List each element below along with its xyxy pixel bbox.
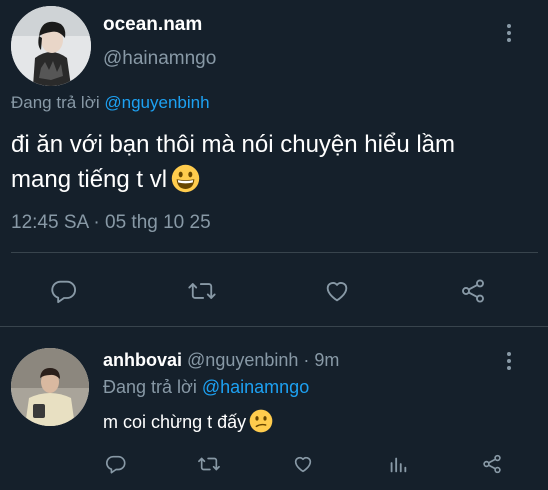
more-options-icon[interactable]: [506, 24, 512, 45]
user-handle[interactable]: @nguyenbinh: [187, 350, 298, 370]
avatar[interactable]: [11, 6, 91, 86]
tweet-text: đi ăn với bạn thôi mà nói chuyện hiểu lầ…: [11, 127, 536, 197]
mention-link[interactable]: @nguyenbinh: [104, 93, 209, 112]
display-name[interactable]: anhbovai: [103, 350, 182, 370]
mention-link[interactable]: @hainamngo: [202, 377, 309, 397]
share-icon[interactable]: [458, 276, 488, 306]
reply-header: anhbovai @nguyenbinh · 9m: [103, 350, 339, 371]
share-icon[interactable]: [480, 452, 504, 476]
display-name[interactable]: ocean.nam: [103, 14, 202, 36]
user-handle[interactable]: @hainamngo: [103, 48, 216, 70]
more-options-icon[interactable]: [506, 352, 512, 373]
tweet-text-line2: mang tiếng t vl: [11, 166, 168, 193]
replying-to: Đang trả lời @hainamngo: [103, 377, 309, 398]
avatar[interactable]: [11, 348, 89, 426]
main-tweet: ocean.nam @hainamngo Đang trả lời @nguye…: [0, 0, 548, 327]
separator: ·: [303, 350, 310, 370]
replying-to: Đang trả lời @nguyenbinh: [11, 93, 210, 113]
relative-time[interactable]: 9m: [314, 350, 339, 370]
tweet-text-line1: đi ăn với bạn thôi mà nói chuyện hiểu lầ…: [11, 131, 455, 158]
retweet-icon[interactable]: [186, 276, 218, 306]
reply-icon[interactable]: [104, 452, 128, 476]
divider: [11, 252, 538, 253]
divider: [0, 326, 548, 327]
confused-face-emoji: [249, 409, 273, 433]
like-icon[interactable]: [291, 452, 315, 476]
reply-tweet[interactable]: anhbovai @nguyenbinh · 9m Đang trả lời @…: [0, 328, 548, 490]
grinning-face-emoji: [171, 164, 200, 193]
tweet-text: m coi chừng t đấy: [103, 409, 273, 433]
replying-prefix: Đang trả lời: [11, 93, 100, 112]
reply-text: m coi chừng t đấy: [103, 412, 247, 432]
analytics-icon[interactable]: [386, 452, 410, 476]
replying-prefix: Đang trả lời: [103, 377, 197, 397]
retweet-icon[interactable]: [196, 452, 222, 476]
reply-icon[interactable]: [49, 276, 79, 306]
like-icon[interactable]: [322, 276, 352, 306]
timestamp[interactable]: 12:45 SA · 05 thg 10 25: [11, 212, 211, 234]
